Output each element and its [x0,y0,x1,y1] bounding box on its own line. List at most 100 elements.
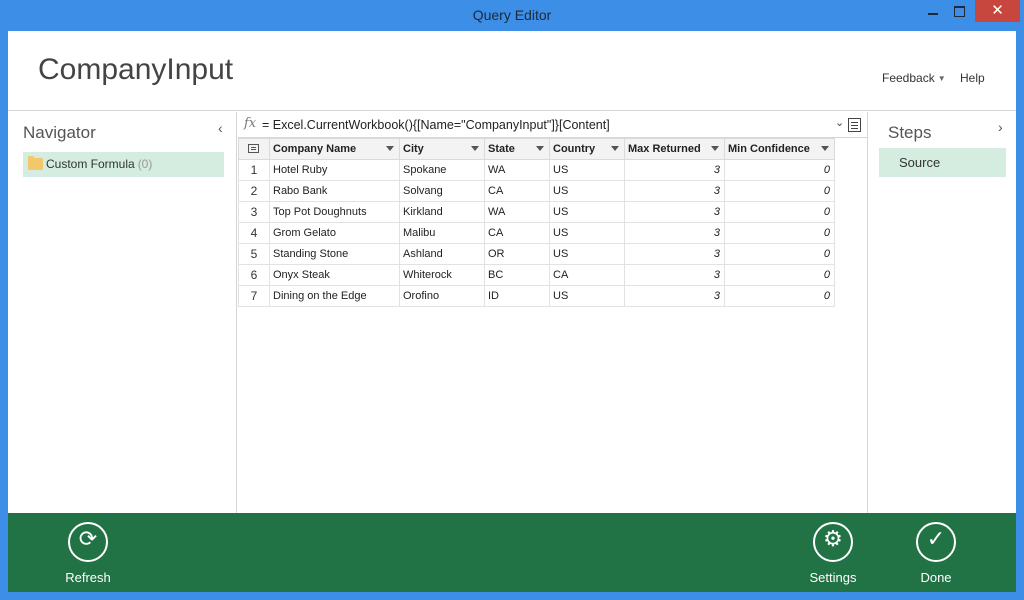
settings-button[interactable]: ⚙ Settings [783,513,883,592]
row-number: 7 [238,285,270,307]
chevron-down-icon[interactable]: ⌄ [835,116,844,129]
table-row[interactable]: 1 Hotel Ruby Spokane WA US 3 0 [238,159,835,181]
table-cell[interactable]: ID [484,285,550,307]
table-cell[interactable]: 0 [724,285,835,307]
done-label: Done [920,570,952,585]
header: CompanyInput Feedback ▼ Help [8,31,1016,111]
table-cell[interactable]: Malibu [399,222,485,244]
table-row[interactable]: 3 Top Pot Doughnuts Kirkland WA US 3 0 [238,201,835,223]
table-cell[interactable]: 0 [724,243,835,265]
feedback-label: Feedback [882,71,935,85]
table-cell[interactable]: BC [484,264,550,286]
table-cell[interactable]: Kirkland [399,201,485,223]
step-label: Source [899,155,941,170]
table-icon [248,144,259,153]
column-header[interactable]: Min Confidence [724,138,835,160]
refresh-button[interactable]: ⟳ Refresh [38,513,138,592]
navigator-pane: Navigator ‹ Custom Formula (0) [8,112,237,513]
table-cell[interactable]: Hotel Ruby [269,159,400,181]
close-button[interactable]: ✕ [975,0,1020,22]
data-grid: Company Name City State Country Max Retu… [238,138,835,307]
navigator-item-label: Custom Formula (0) [46,157,153,171]
table-cell[interactable]: CA [484,180,550,202]
column-filter-icon[interactable] [386,146,394,151]
navigator-item-count: (0) [137,157,153,171]
table-cell[interactable]: US [549,243,625,265]
row-number: 1 [238,159,270,181]
column-filter-icon[interactable] [611,146,619,151]
table-cell[interactable]: WA [484,159,550,181]
table-cell[interactable]: 3 [624,264,725,286]
table-row[interactable]: 4 Grom Gelato Malibu CA US 3 0 [238,222,835,244]
table-cell[interactable]: 3 [624,222,725,244]
footer-ribbon: ⟳ Refresh ⚙ Settings ✓ Done [8,513,1016,592]
table-cell[interactable]: US [549,159,625,181]
table-cell[interactable]: 0 [724,222,835,244]
table-cell[interactable]: 0 [724,180,835,202]
column-filter-icon[interactable] [821,146,829,151]
column-filter-icon[interactable] [536,146,544,151]
table-cell[interactable]: US [549,285,625,307]
table-cell[interactable]: 3 [624,285,725,307]
formula-text[interactable]: = Excel.CurrentWorkbook(){[Name="Company… [262,118,610,132]
collapse-navigator-icon[interactable]: ‹ [218,120,223,136]
advanced-editor-icon[interactable] [848,118,861,132]
feedback-menu[interactable]: Feedback ▼ [882,71,946,85]
table-row[interactable]: 2 Rabo Bank Solvang CA US 3 0 [238,180,835,202]
table-cell[interactable]: Spokane [399,159,485,181]
table-cell[interactable]: Rabo Bank [269,180,400,202]
row-number: 2 [238,180,270,202]
table-cell[interactable]: US [549,201,625,223]
window-title: Query Editor [472,7,552,23]
table-cell[interactable]: 0 [724,264,835,286]
table-cell[interactable]: US [549,180,625,202]
table-cell[interactable]: Dining on the Edge [269,285,400,307]
table-cell[interactable]: Ashland [399,243,485,265]
table-cell[interactable]: Whiterock [399,264,485,286]
fx-icon: fx [244,116,257,131]
minimize-button[interactable] [920,0,946,22]
column-filter-icon[interactable] [711,146,719,151]
row-number: 6 [238,264,270,286]
done-button[interactable]: ✓ Done [886,513,986,592]
column-header[interactable]: Max Returned [624,138,725,160]
table-cell[interactable]: Solvang [399,180,485,202]
maximize-button[interactable] [946,0,972,22]
table-row[interactable]: 7 Dining on the Edge Orofino ID US 3 0 [238,285,835,307]
table-cell[interactable]: Onyx Steak [269,264,400,286]
table-cell[interactable]: Top Pot Doughnuts [269,201,400,223]
table-cell[interactable]: 3 [624,159,725,181]
help-link[interactable]: Help [960,71,985,85]
formula-bar[interactable]: fx = Excel.CurrentWorkbook(){[Name="Comp… [238,112,867,138]
column-filter-icon[interactable] [471,146,479,151]
column-header[interactable]: Country [549,138,625,160]
column-header[interactable]: Company Name [269,138,400,160]
table-row[interactable]: 6 Onyx Steak Whiterock BC CA 3 0 [238,264,835,286]
table-cell[interactable]: CA [484,222,550,244]
column-header[interactable]: State [484,138,550,160]
table-cell[interactable]: 0 [724,159,835,181]
table-cell[interactable]: US [549,222,625,244]
table-corner-menu[interactable] [238,138,270,160]
table-cell[interactable]: Standing Stone [269,243,400,265]
table-cell[interactable]: 3 [624,180,725,202]
table-cell[interactable]: 3 [624,243,725,265]
table-cell[interactable]: OR [484,243,550,265]
step-item-source[interactable]: Source [879,148,1006,177]
expand-steps-icon[interactable]: › [998,119,1003,135]
table-cell[interactable]: Orofino [399,285,485,307]
client-area: CompanyInput Feedback ▼ Help Navigator ‹ … [8,31,1016,592]
column-header[interactable]: City [399,138,485,160]
navigator-item-custom-formula[interactable]: Custom Formula (0) [23,152,224,177]
table-cell[interactable]: CA [549,264,625,286]
table-cell[interactable]: 3 [624,201,725,223]
table-cell[interactable]: Grom Gelato [269,222,400,244]
table-cell[interactable]: WA [484,201,550,223]
title-bar[interactable]: Query Editor ✕ [0,0,1024,31]
settings-label: Settings [809,570,857,585]
table-cell[interactable]: 0 [724,201,835,223]
table-row[interactable]: 5 Standing Stone Ashland OR US 3 0 [238,243,835,265]
steps-title: Steps [888,123,932,142]
steps-pane: Steps › Source [867,112,1016,513]
navigator-title: Navigator [23,123,96,142]
